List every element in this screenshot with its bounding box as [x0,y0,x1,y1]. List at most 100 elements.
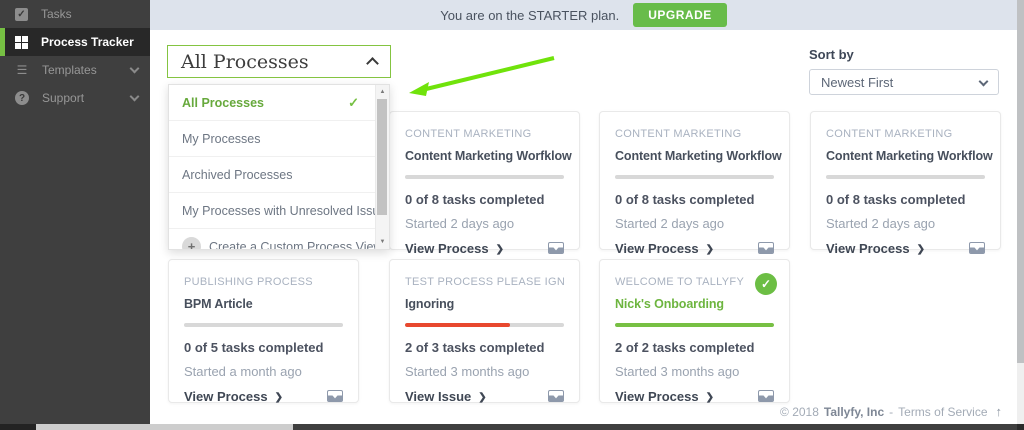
monitor-icon[interactable] [548,390,564,403]
check-icon: ✓ [348,94,359,110]
monitor-icon[interactable] [758,242,774,255]
tasks-completed: 2 of 3 tasks completed [405,340,545,355]
chevron-down-icon [129,91,140,102]
template-label: CONTENT MARKETING [405,128,532,140]
completed-check-icon: ✓ [755,273,777,295]
progress-bar [826,175,985,179]
process-filter-value: All Processes [181,50,309,73]
sort-by-label: Sort by [809,47,854,62]
sidebar-item-process-tracker[interactable]: Process Tracker [0,28,150,56]
process-card: PUBLISHING PROCESS BPM Article 0 of 5 ta… [168,259,359,404]
sidebar-item-templates[interactable]: ☰ Templates [0,56,150,84]
sidebar-item-label: Support [42,91,85,105]
template-label: PUBLISHING PROCESS [184,276,313,288]
dropdown-scrollbar[interactable]: ▲ ▼ [375,85,389,249]
tasks-checkbox-icon: ✓ [15,7,28,21]
process-title: Content Marketing Workflow [826,149,993,163]
process-title: BPM Article [184,297,253,311]
template-label: CONTENT MARKETING [826,128,953,140]
grid-icon [15,35,28,49]
progress-bar [615,323,774,327]
filter-option-my-processes[interactable]: My Processes [169,121,389,157]
chevron-right-icon: ❯ [705,243,714,255]
process-filter-dropdown[interactable]: All Processes [167,45,391,78]
view-process-link[interactable]: View Process ❯ [615,389,714,404]
chevron-down-icon [129,63,140,74]
vertical-scrollbar-thumb[interactable] [1017,0,1024,363]
plan-message: You are on the STARTER plan. [440,7,620,23]
filter-option-all-processes[interactable]: All Processes ✓ [169,85,389,121]
filter-option-unresolved-issues[interactable]: My Processes with Unresolved Issues ✱ [169,193,389,229]
process-card: ✓ WELCOME TO TALLYFY Nick's Onboarding 2… [599,259,790,404]
scrollbar-corner [0,424,36,430]
monitor-icon[interactable] [969,242,985,255]
process-card: CONTENT MARKETING Content Marketing Worf… [389,111,580,256]
process-title: Content Marketing Workflow [615,149,782,163]
option-label: Create a Custom Process View [209,239,383,250]
sidebar-item-label: Tasks [41,7,72,21]
scroll-to-top-icon[interactable]: ↑ [996,404,1003,419]
sidebar-item-label: Templates [42,63,97,77]
scroll-up-icon[interactable]: ▲ [376,86,389,98]
page-vertical-scrollbar[interactable] [1017,0,1024,424]
progress-bar [405,323,564,327]
chevron-right-icon: ❯ [705,391,714,403]
question-icon: ? [15,91,29,105]
option-label: Archived Processes [182,167,293,182]
sidebar-item-label: Process Tracker [41,35,134,49]
tasks-completed: 0 of 8 tasks completed [826,192,966,207]
list-icon: ☰ [16,63,28,77]
view-process-link[interactable]: View Process ❯ [184,389,283,404]
sort-value: Newest First [821,74,894,90]
chevron-right-icon: ❯ [495,243,504,255]
sidebar-item-support[interactable]: ? Support [0,84,150,112]
process-title: Nick's Onboarding [615,297,724,311]
tasks-completed: 0 of 8 tasks completed [615,192,755,207]
annotation-arrow [409,56,555,96]
started-ago: Started 2 days ago [826,216,936,231]
started-ago: Started 3 months ago [405,364,530,379]
progress-bar [184,323,343,327]
process-card: CONTENT MARKETING Content Marketing Work… [810,111,1001,256]
tasks-completed: 2 of 2 tasks completed [615,340,755,355]
chevron-up-icon [366,57,379,70]
horizontal-scrollbar-thumb[interactable] [36,424,293,430]
copyright-text: © 2018 [780,404,819,419]
monitor-icon[interactable] [548,242,564,255]
chevron-right-icon: ❯ [478,391,487,403]
started-ago: Started 2 days ago [405,216,515,231]
started-ago: Started 2 days ago [615,216,725,231]
monitor-icon[interactable] [327,390,343,403]
footer: © 2018 Tallyfy, Inc - Terms of Service ↑ [780,404,1002,419]
sidebar: ✓ Tasks Process Tracker ☰ Templates ? Su… [0,0,150,424]
monitor-icon[interactable] [758,390,774,403]
page-horizontal-scrollbar[interactable] [0,424,1024,430]
scroll-down-icon[interactable]: ▼ [376,236,389,248]
view-issue-link[interactable]: View Issue ❯ [405,389,487,404]
progress-bar [405,175,564,179]
view-process-link[interactable]: View Process ❯ [615,241,714,256]
dropdown-scrollbar-thumb[interactable] [377,99,387,215]
template-label: TEST PROCESS PLEASE IGNORE [405,276,564,288]
chevron-right-icon: ❯ [274,391,283,403]
chevron-down-icon [978,76,989,86]
footer-separator: - [889,404,894,419]
option-label: My Processes [182,131,261,146]
terms-of-service-link[interactable]: Terms of Service [898,405,987,419]
template-label: CONTENT MARKETING [615,128,742,140]
view-process-link[interactable]: View Process ❯ [405,241,504,256]
filter-option-create-custom-view[interactable]: + Create a Custom Process View ✱ [169,229,389,250]
process-card: CONTENT MARKETING Content Marketing Work… [599,111,790,256]
filter-option-archived-processes[interactable]: Archived Processes [169,157,389,193]
upgrade-button[interactable]: UPGRADE [633,3,727,27]
company-name: Tallyfy, Inc [823,404,885,419]
plan-banner: You are on the STARTER plan. UPGRADE [150,0,1017,30]
template-label: WELCOME TO TALLYFY [615,276,745,288]
view-process-link[interactable]: View Process ❯ [826,241,925,256]
sort-select[interactable]: Newest First [809,69,999,95]
tasks-completed: 0 of 5 tasks completed [184,340,324,355]
process-card: TEST PROCESS PLEASE IGNORE Ignoring 2 of… [389,259,580,404]
option-label: My Processes with Unresolved Issues [182,203,390,218]
process-filter-menu: All Processes ✓ My Processes Archived Pr… [168,84,390,250]
sidebar-item-tasks[interactable]: ✓ Tasks [0,0,150,28]
